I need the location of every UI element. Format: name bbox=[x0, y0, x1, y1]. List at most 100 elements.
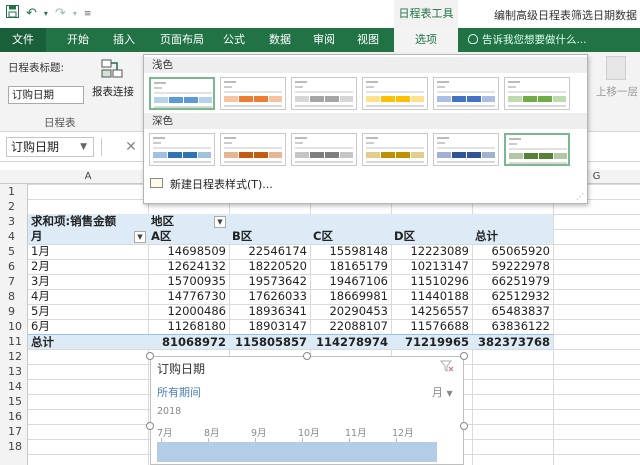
pivot-value-cell[interactable]: 11576688 bbox=[391, 319, 472, 334]
timeline-level-selector[interactable]: 月 ▼ bbox=[432, 384, 453, 400]
pivot-row-field[interactable]: 月 bbox=[31, 229, 131, 244]
pivot-value-cell[interactable]: 18936341 bbox=[229, 304, 310, 319]
row-header[interactable]: 12 bbox=[0, 349, 28, 364]
clear-filter-icon[interactable] bbox=[439, 360, 454, 375]
dark-style-swatch[interactable] bbox=[362, 133, 428, 166]
redo-dropdown-icon[interactable]: ▾ bbox=[73, 6, 77, 22]
tab-review[interactable]: 审阅 bbox=[306, 28, 342, 52]
pivot-value-cell[interactable]: 11440188 bbox=[391, 289, 472, 304]
row-header[interactable]: 10 bbox=[0, 319, 28, 334]
resize-handle[interactable] bbox=[146, 352, 154, 360]
save-icon[interactable] bbox=[6, 5, 19, 23]
tab-insert[interactable]: 插入 bbox=[104, 28, 144, 52]
name-box[interactable]: 订购日期 ▼ bbox=[6, 137, 94, 157]
resize-grip-icon[interactable]: ⋰ bbox=[576, 192, 584, 201]
dark-style-swatch[interactable] bbox=[504, 133, 570, 166]
pivot-value-cell[interactable]: 18220520 bbox=[229, 259, 310, 274]
pivot-value-cell[interactable]: 66251979 bbox=[472, 274, 553, 289]
row-header[interactable]: 2 bbox=[0, 199, 28, 214]
row-header[interactable]: 1 bbox=[0, 184, 28, 199]
tab-home[interactable]: 开始 bbox=[58, 28, 98, 52]
pivot-row-label[interactable]: 4月 bbox=[31, 289, 147, 304]
pivot-total-cell[interactable]: 81068972 bbox=[148, 335, 229, 350]
pivot-col-header[interactable]: 总计 bbox=[475, 229, 551, 244]
cancel-icon[interactable]: ✕ bbox=[120, 137, 142, 157]
pivot-value-cell[interactable]: 59222978 bbox=[472, 259, 553, 274]
filter-dropdown-icon[interactable]: ▼ bbox=[214, 216, 226, 228]
pivot-value-cell[interactable]: 14776730 bbox=[148, 289, 229, 304]
pivot-value-cell[interactable]: 65483837 bbox=[472, 304, 553, 319]
row-header[interactable]: 17 bbox=[0, 424, 28, 439]
pivot-value-cell[interactable]: 15598148 bbox=[310, 244, 391, 259]
row-header[interactable]: 5 bbox=[0, 244, 28, 259]
dark-style-swatch[interactable] bbox=[433, 133, 499, 166]
dark-style-swatch[interactable] bbox=[220, 133, 286, 166]
pivot-value-cell[interactable]: 11268180 bbox=[148, 319, 229, 334]
pivot-column-field[interactable]: 地区 bbox=[151, 214, 211, 229]
undo-dropdown-icon[interactable]: ▾ bbox=[44, 6, 48, 22]
tell-me-box[interactable]: 告诉我您想要做什么... bbox=[468, 28, 587, 52]
tab-view[interactable]: 视图 bbox=[350, 28, 386, 52]
light-style-swatch[interactable] bbox=[433, 77, 499, 110]
pivot-row-label[interactable]: 6月 bbox=[31, 319, 147, 334]
timeline-period-bar[interactable] bbox=[157, 442, 437, 462]
pivot-col-header[interactable]: A区 bbox=[151, 229, 227, 244]
undo-icon[interactable]: ↶ bbox=[26, 6, 37, 22]
pivot-value-cell[interactable]: 18903147 bbox=[229, 319, 310, 334]
pivot-row-label[interactable]: 2月 bbox=[31, 259, 147, 274]
pivot-total-cell[interactable]: 114278974 bbox=[310, 335, 391, 350]
resize-handle[interactable] bbox=[303, 352, 311, 360]
light-style-swatch[interactable] bbox=[220, 77, 286, 110]
row-header[interactable]: 9 bbox=[0, 304, 28, 319]
tab-page-layout[interactable]: 页面布局 bbox=[154, 28, 210, 52]
pivot-value-cell[interactable]: 17626033 bbox=[229, 289, 310, 304]
pivot-col-header[interactable]: B区 bbox=[232, 229, 308, 244]
pivot-row-label[interactable]: 5月 bbox=[31, 304, 147, 319]
light-style-swatch[interactable] bbox=[362, 77, 428, 110]
row-header[interactable]: 16 bbox=[0, 409, 28, 424]
resize-handle[interactable] bbox=[146, 422, 154, 430]
pivot-value-cell[interactable]: 11510296 bbox=[391, 274, 472, 289]
row-header[interactable]: 11 bbox=[0, 334, 28, 349]
filter-dropdown-icon[interactable]: ▼ bbox=[134, 231, 146, 243]
pivot-value-cell[interactable]: 19573642 bbox=[229, 274, 310, 289]
tab-data[interactable]: 数据 bbox=[262, 28, 298, 52]
row-header[interactable]: 7 bbox=[0, 274, 28, 289]
pivot-total-cell[interactable]: 115805857 bbox=[229, 335, 310, 350]
pivot-value-cell[interactable]: 12624132 bbox=[148, 259, 229, 274]
bring-forward-icon[interactable] bbox=[606, 56, 626, 80]
pivot-value-cell[interactable]: 18165179 bbox=[310, 259, 391, 274]
timeline-caption-input[interactable]: 订购日期 bbox=[8, 86, 84, 104]
pivot-value-cell[interactable]: 20290453 bbox=[310, 304, 391, 319]
pivot-value-cell[interactable]: 65065920 bbox=[472, 244, 553, 259]
pivot-col-header[interactable]: C区 bbox=[313, 229, 389, 244]
row-header[interactable]: 14 bbox=[0, 379, 28, 394]
column-header-a[interactable]: A bbox=[28, 170, 148, 184]
redo-icon[interactable]: ↷ bbox=[55, 6, 66, 22]
pivot-col-header[interactable]: D区 bbox=[394, 229, 470, 244]
report-connections-button[interactable]: 报表连接 bbox=[92, 84, 134, 99]
tab-options[interactable]: 选项 bbox=[394, 28, 458, 52]
row-header[interactable]: 18 bbox=[0, 439, 28, 454]
row-header[interactable]: 15 bbox=[0, 394, 28, 409]
new-timeline-style-button[interactable]: 新建日程表样式(T)... bbox=[170, 176, 273, 192]
chevron-down-icon[interactable]: ▼ bbox=[80, 138, 87, 156]
pivot-total-label[interactable]: 总计 bbox=[31, 335, 147, 350]
tab-formulas[interactable]: 公式 bbox=[216, 28, 252, 52]
light-style-swatch[interactable] bbox=[504, 77, 570, 110]
bring-forward-button[interactable]: 上移一层 bbox=[596, 84, 638, 99]
pivot-value-cell[interactable]: 19467106 bbox=[310, 274, 391, 289]
customize-qat-icon[interactable]: ≡ bbox=[84, 6, 92, 22]
row-header[interactable]: 4 bbox=[0, 229, 28, 244]
row-header[interactable]: 13 bbox=[0, 364, 28, 379]
light-style-swatch[interactable] bbox=[291, 77, 357, 110]
pivot-value-cell[interactable]: 63836122 bbox=[472, 319, 553, 334]
pivot-value-cell[interactable]: 12000486 bbox=[148, 304, 229, 319]
pivot-value-cell[interactable]: 22088107 bbox=[310, 319, 391, 334]
pivot-value-cell[interactable]: 12223089 bbox=[391, 244, 472, 259]
pivot-value-cell[interactable]: 10213147 bbox=[391, 259, 472, 274]
tab-file[interactable]: 文件 bbox=[0, 28, 46, 52]
pivot-value-cell[interactable]: 15700935 bbox=[148, 274, 229, 289]
light-style-swatch[interactable] bbox=[149, 77, 215, 110]
pivot-value-cell[interactable]: 14256557 bbox=[391, 304, 472, 319]
